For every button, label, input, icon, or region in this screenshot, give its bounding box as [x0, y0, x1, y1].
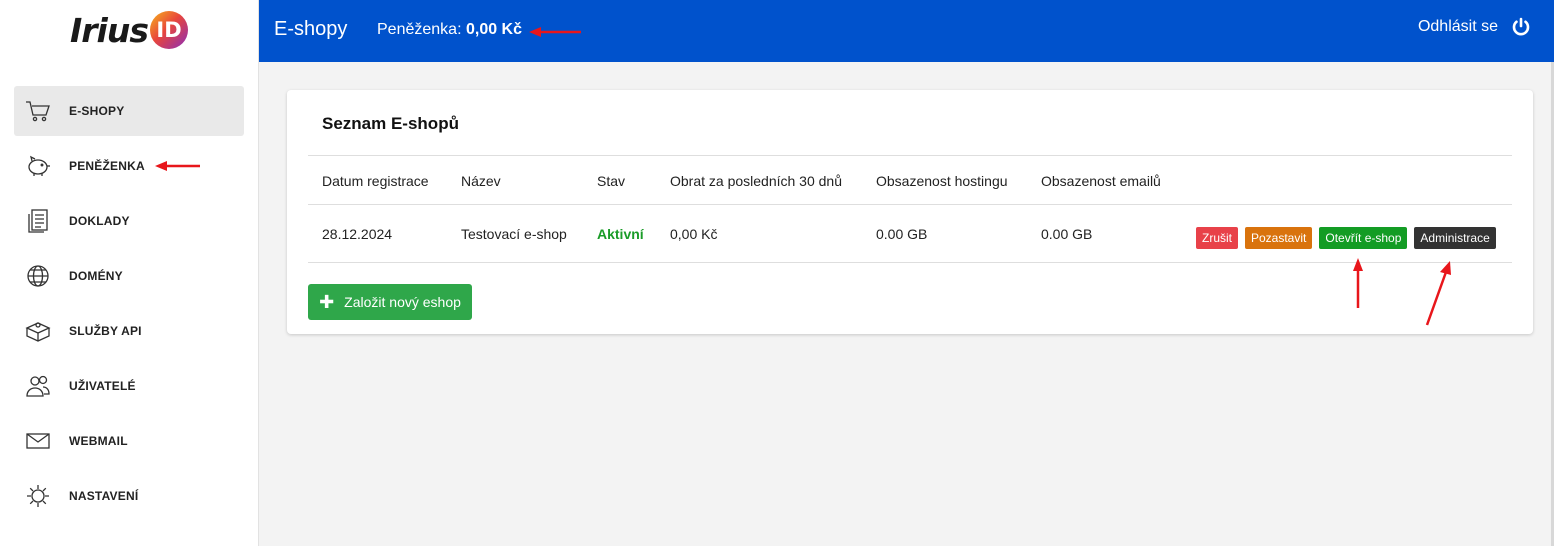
logout-button[interactable]: Odhlásit se — [1418, 17, 1531, 37]
status-badge: Aktivní — [597, 226, 644, 242]
sidebar-item-label: DOKLADY — [69, 214, 130, 228]
sidebar-item-penezenka[interactable]: PENĚŽENKA — [14, 141, 244, 191]
logo-text: Irius — [70, 10, 149, 50]
sidebar-nav: E-SHOPY PENĚŽENKA DOKLADY DOMÉNY SLUŽBY … — [14, 86, 244, 526]
plus-icon: ✚ — [319, 292, 335, 312]
sidebar: Irius ID E-SHOPY PENĚŽENKA DOKLADY DOMÉN… — [0, 0, 259, 546]
eshop-list-card: Seznam E-shopů Datum registrace Název St… — [287, 90, 1533, 334]
sidebar-item-doklady[interactable]: DOKLADY — [14, 196, 244, 246]
eshop-table: Datum registrace Název Stav Obrat za pos… — [308, 155, 1512, 263]
email-usage: 0.00 GB — [1041, 226, 1093, 242]
envelope-icon — [24, 427, 52, 455]
sidebar-item-domeny[interactable]: DOMÉNY — [14, 251, 244, 301]
row-actions: Zrušit Pozastavit Otevřít e-shop Adminis… — [1196, 227, 1496, 249]
administration-button[interactable]: Administrace — [1414, 227, 1496, 249]
logo-badge: ID — [150, 11, 188, 49]
column-header: Obrat za posledních 30 dnů — [670, 173, 843, 189]
column-header: Název — [461, 173, 501, 189]
gear-icon — [24, 482, 52, 510]
sidebar-item-label: PENĚŽENKA — [69, 159, 145, 173]
create-eshop-button[interactable]: ✚ Založit nový eshop — [308, 284, 472, 320]
sidebar-item-label: UŽIVATELÉ — [69, 379, 136, 393]
sidebar-item-nastaveni[interactable]: NASTAVENÍ — [14, 471, 244, 521]
registration-date: 28.12.2024 — [322, 226, 393, 242]
create-eshop-label: Založit nový eshop — [344, 294, 461, 310]
table-row: 28.12.2024 Testovací e-shop Aktivní 0,00… — [308, 205, 1512, 263]
page-title: E-shopy — [274, 18, 348, 40]
column-header: Stav — [597, 173, 626, 189]
sidebar-item-webmail[interactable]: WEBMAIL — [14, 416, 244, 466]
sidebar-item-uzivatele[interactable]: UŽIVATELÉ — [14, 361, 244, 411]
globe-icon — [24, 262, 52, 290]
wallet-balance: Peněženka: 0,00 Kč — [377, 21, 522, 39]
document-icon — [24, 207, 52, 235]
users-icon — [24, 372, 52, 400]
cancel-button[interactable]: Zrušit — [1196, 227, 1238, 249]
table-header: Datum registrace Název Stav Obrat za pos… — [308, 155, 1512, 205]
sidebar-item-label: WEBMAIL — [69, 434, 128, 448]
wallet-label: Peněženka: — [377, 21, 462, 38]
open-eshop-button[interactable]: Otevřít e-shop — [1319, 227, 1408, 249]
power-icon — [1512, 17, 1530, 36]
logo[interactable]: Irius ID — [70, 10, 188, 50]
pause-button[interactable]: Pozastavit — [1245, 227, 1313, 249]
piggy-bank-icon — [24, 152, 52, 180]
sidebar-item-label: NASTAVENÍ — [69, 489, 139, 503]
sidebar-item-label: SLUŽBY API — [69, 324, 142, 338]
hosting-usage: 0.00 GB — [876, 226, 928, 242]
top-bar: E-shopy Peněženka: 0,00 Kč Odhlásit se — [259, 0, 1554, 62]
api-box-icon — [24, 317, 52, 345]
wallet-value: 0,00 Kč — [465, 21, 523, 38]
eshop-name: Testovací e-shop — [461, 226, 567, 242]
logout-label: Odhlásit se — [1417, 18, 1498, 35]
column-header: Datum registrace — [322, 173, 429, 189]
turnover-value: 0,00 Kč — [670, 226, 718, 242]
sidebar-item-label: DOMÉNY — [69, 269, 123, 283]
card-title: Seznam E-shopů — [322, 114, 459, 133]
sidebar-item-label: E-SHOPY — [69, 104, 125, 118]
sidebar-item-eshopy[interactable]: E-SHOPY — [14, 86, 244, 136]
column-header: Obsazenost emailů — [1041, 173, 1161, 189]
column-header: Obsazenost hostingu — [876, 173, 1008, 189]
sidebar-item-sluzby-api[interactable]: SLUŽBY API — [14, 306, 244, 356]
cart-icon — [24, 97, 52, 125]
